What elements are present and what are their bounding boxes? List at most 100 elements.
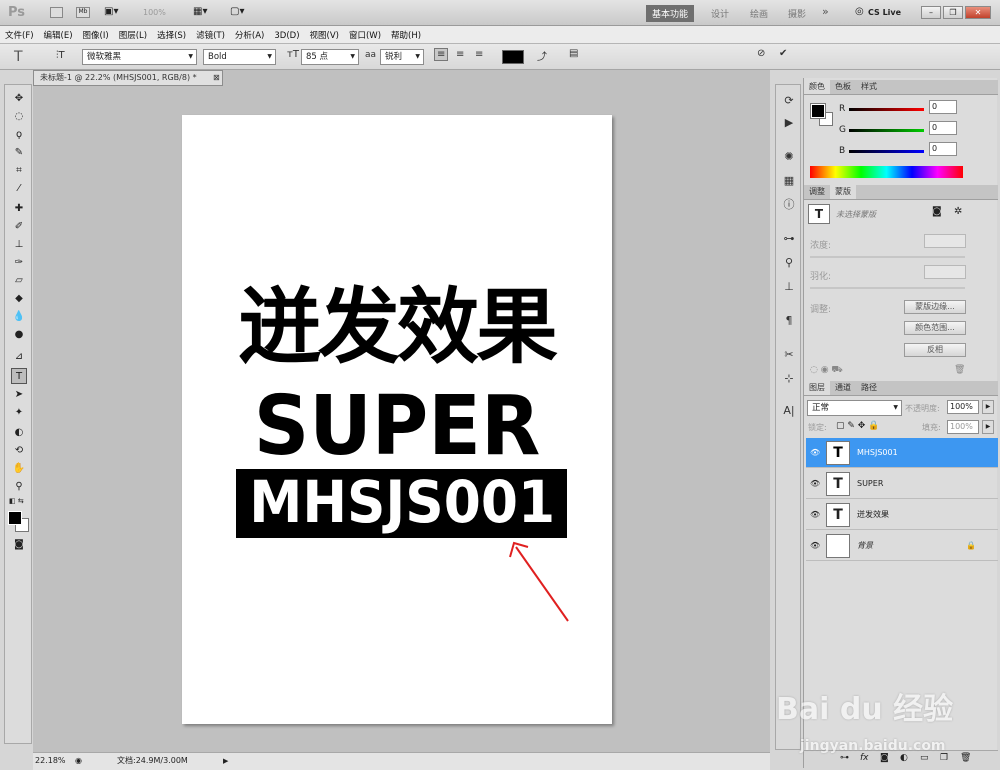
hand-tool-icon[interactable]: ✋	[11, 461, 27, 477]
tab-paths[interactable]: 路径	[856, 381, 882, 395]
default-colors-icon[interactable]: ◧ ⇆	[9, 497, 24, 505]
document-canvas[interactable]: 迸发效果 SUPER MHSJS001	[182, 115, 612, 724]
color-range-button[interactable]: 颜色范围...	[904, 321, 966, 335]
tab-channels[interactable]: 通道	[830, 381, 856, 395]
fill-arrow[interactable]: ▶	[982, 420, 994, 434]
mini-bridge-icon[interactable]: Mb	[76, 7, 90, 18]
lock-icons[interactable]: ▢ ✎ ✥ 🔒	[836, 421, 879, 431]
animation-icon[interactable]: ⊹	[781, 371, 797, 387]
history-icon[interactable]: ⟳	[781, 93, 797, 109]
document-tab[interactable]: 未标题-1 @ 22.2% (MHSJS001, RGB/8) * ⊠	[33, 70, 223, 86]
antialias-select[interactable]: 锐利	[380, 49, 424, 65]
menu-image[interactable]: 图像(I)	[78, 26, 114, 41]
text-orientation-icon[interactable]: ⫶T	[56, 50, 65, 61]
tab-masks[interactable]: 蒙版	[830, 185, 856, 199]
mask-delete-icon[interactable]: 🗑	[954, 365, 965, 375]
fill-field[interactable]: 100%	[947, 420, 979, 434]
eye-icon[interactable]: 👁	[810, 469, 820, 499]
menu-3d[interactable]: 3D(D)	[269, 28, 304, 41]
paragraph-icon[interactable]: ¶	[781, 313, 797, 329]
screen-mode-icon[interactable]: ▢▾	[230, 6, 244, 17]
eye-icon[interactable]: 👁	[810, 531, 820, 561]
brushes-icon[interactable]: ⊶	[781, 231, 797, 247]
3d-panel-icon[interactable]: ✺	[781, 149, 797, 165]
menu-help[interactable]: 帮助(H)	[386, 26, 426, 41]
tab-styles[interactable]: 样式	[856, 80, 882, 94]
workspace-design[interactable]: 设计	[711, 7, 729, 20]
warp-text-icon[interactable]: ⤴	[537, 48, 547, 63]
tab-color[interactable]: 颜色	[804, 80, 830, 94]
3d-rotate-tool-icon[interactable]: ◐	[11, 425, 27, 441]
3d-orbit-tool-icon[interactable]: ⟲	[11, 443, 27, 459]
commit-icon[interactable]: ✔	[779, 48, 787, 59]
restore-button[interactable]: ❐	[943, 6, 963, 19]
menu-view[interactable]: 视图(V)	[305, 26, 344, 41]
eraser-tool-icon[interactable]: ▱	[11, 273, 27, 289]
feather-slider[interactable]	[810, 287, 965, 289]
close-tab-icon[interactable]: ⊠	[213, 71, 220, 85]
color-spectrum-bar[interactable]	[810, 166, 963, 178]
pen-tool-icon[interactable]: ⊿	[11, 349, 27, 365]
feather-field[interactable]	[924, 265, 966, 279]
workspace-photography[interactable]: 摄影	[788, 7, 806, 20]
menu-select[interactable]: 选择(S)	[152, 26, 191, 41]
bridge-icon[interactable]	[50, 7, 63, 18]
menu-file[interactable]: 文件(F)	[0, 26, 39, 41]
layer-row[interactable]: 👁 T 迸发效果	[806, 500, 998, 530]
align-center-icon[interactable]: ≡	[456, 49, 464, 60]
type-panel-icon[interactable]: A|	[781, 403, 797, 419]
zoom-tool-icon[interactable]: ⚲	[11, 479, 27, 495]
channel-g-slider[interactable]	[849, 129, 924, 132]
brush-tool-icon[interactable]: ✐	[11, 219, 27, 235]
view-extras-icon[interactable]: ▣▾	[104, 6, 118, 17]
cs-live-icon[interactable]: ◎	[855, 6, 864, 17]
minimize-button[interactable]: –	[921, 6, 941, 19]
eyedropper-tool-icon[interactable]: ⁄	[11, 181, 27, 197]
align-left-icon[interactable]: ≡	[434, 48, 449, 61]
density-slider[interactable]	[810, 256, 965, 258]
mask-edge-button[interactable]: 蒙版边缘...	[904, 300, 966, 314]
blend-mode-select[interactable]: 正常	[807, 400, 902, 416]
info-icon[interactable]: ⓘ	[781, 197, 797, 213]
channel-r-slider[interactable]	[849, 108, 924, 111]
opacity-arrow[interactable]: ▶	[982, 400, 994, 414]
navigator-icon[interactable]: ▦	[781, 173, 797, 189]
layer-row[interactable]: 👁 T MHSJS001	[806, 438, 998, 468]
tab-layers[interactable]: 图层	[804, 381, 830, 395]
status-info-icon[interactable]: ◉	[75, 753, 82, 769]
channel-b-slider[interactable]	[849, 150, 924, 153]
channel-g-value[interactable]: 0	[929, 121, 957, 135]
close-button[interactable]: ✕	[965, 6, 991, 19]
menu-edit[interactable]: 编辑(E)	[39, 26, 78, 41]
font-size-select[interactable]: 85 点	[301, 49, 359, 65]
arrange-documents-icon[interactable]: ▦▾	[193, 6, 207, 17]
path-select-tool-icon[interactable]: ➤	[11, 387, 27, 403]
clone-source-icon[interactable]: ⚲	[781, 255, 797, 271]
gradient-tool-icon[interactable]: ◆	[11, 291, 27, 307]
menu-window[interactable]: 窗口(W)	[344, 26, 386, 41]
eye-icon[interactable]: 👁	[810, 500, 820, 530]
color-panel-foreground[interactable]	[810, 103, 826, 119]
status-menu-arrow[interactable]: ▶	[223, 753, 228, 769]
text-color-swatch[interactable]	[502, 50, 524, 64]
move-tool-icon[interactable]: ✥	[11, 91, 27, 107]
quick-select-tool-icon[interactable]: ✎	[11, 145, 27, 161]
tab-adjustments[interactable]: 调整	[804, 185, 830, 199]
vector-mask-icon[interactable]: ✲	[954, 206, 962, 217]
workspace-essentials[interactable]: 基本功能	[646, 5, 695, 22]
opacity-field[interactable]: 100%	[947, 400, 979, 414]
align-right-icon[interactable]: ≡	[475, 49, 483, 60]
tool-presets-icon[interactable]: ⊥	[781, 279, 797, 295]
zoom-select[interactable]: 100%	[143, 8, 166, 17]
tool-preset-icon[interactable]: T	[14, 49, 23, 65]
font-family-select[interactable]: 微软雅黑	[82, 49, 197, 65]
history-brush-tool-icon[interactable]: ✑	[11, 255, 27, 271]
clone-stamp-tool-icon[interactable]: ⊥	[11, 237, 27, 253]
pixel-mask-icon[interactable]: ◙	[932, 206, 942, 217]
marquee-tool-icon[interactable]: ◌	[11, 109, 27, 125]
eye-icon[interactable]: 👁	[810, 438, 820, 468]
density-field[interactable]	[924, 234, 966, 248]
character-icon[interactable]: ✂	[781, 347, 797, 363]
menu-layer[interactable]: 图层(L)	[114, 26, 152, 41]
cancel-icon[interactable]: ⊘	[757, 48, 765, 59]
